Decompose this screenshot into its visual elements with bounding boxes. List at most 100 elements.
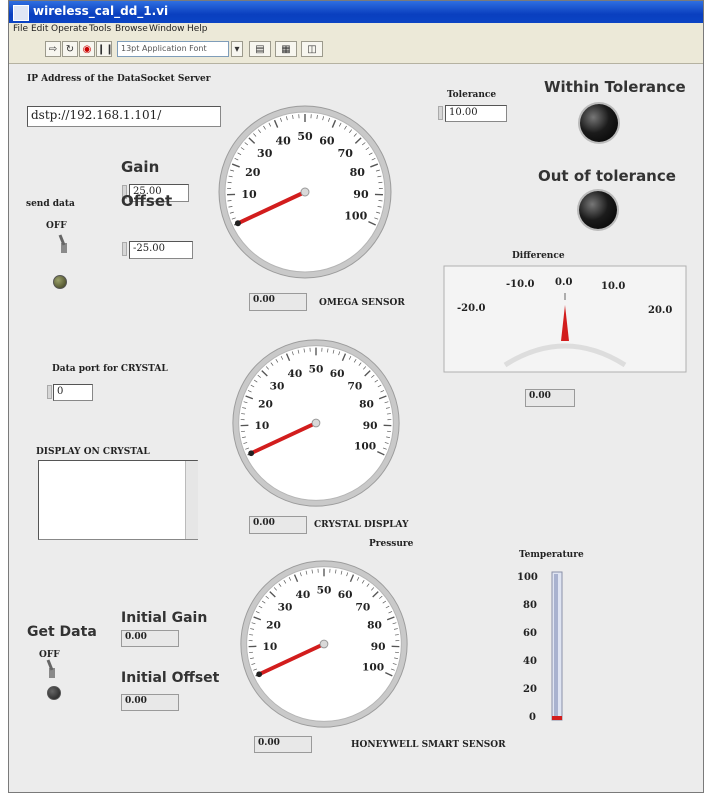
offset-input[interactable]: -25.00 [129, 241, 193, 259]
dial-label: 80 [367, 618, 382, 631]
dial-tick [378, 182, 382, 183]
menu-help[interactable]: Help [187, 24, 208, 34]
dial-label: 70 [338, 147, 354, 160]
menu-tools[interactable]: Tools [89, 24, 111, 34]
pressure-label: Pressure [369, 539, 413, 549]
offset-spinner[interactable] [122, 242, 127, 256]
dial-label: 10 [263, 640, 278, 653]
within-tolerance-label: Within Tolerance [544, 78, 686, 96]
data-port-input[interactable]: 0 [53, 384, 93, 401]
dial-label: 40 [287, 367, 302, 380]
get-data-label: Get Data [27, 624, 97, 640]
difference-tick-m20: -20.0 [457, 303, 486, 314]
send-data-label: send data [26, 199, 75, 209]
dial-label: 100 [354, 440, 376, 453]
server-label: IP Address of the DataSocket Server [27, 74, 211, 84]
title-bar: wireless_cal_dd_1.vi [9, 1, 703, 23]
difference-value: 0.00 [525, 389, 575, 407]
dial-label: 30 [278, 600, 293, 613]
send-data-toggle-switch[interactable] [57, 233, 71, 255]
toolbar: ⇨ ↻ ◉ ❙❙ 13pt Application Font ▾ ▤ ▦ ◫ [9, 37, 703, 64]
dial-label: 100 [344, 210, 367, 223]
menu-file[interactable]: File [13, 24, 28, 34]
difference-label: Difference [512, 251, 565, 261]
dial-label: 70 [356, 600, 371, 613]
window-title: wireless_cal_dd_1.vi [33, 4, 168, 18]
dial-label: 90 [363, 419, 378, 432]
pause-icon[interactable]: ❙❙ [96, 41, 112, 57]
pressure-gauge: 102030405060708090100 [237, 557, 411, 731]
abort-icon[interactable]: ◉ [79, 41, 95, 57]
data-port-label: Data port for CRYSTAL [52, 364, 168, 374]
send-data-state: OFF [46, 221, 67, 231]
dial-label: 90 [371, 640, 386, 653]
menu-browse[interactable]: Browse [115, 24, 148, 34]
omega-sensor-label: OMEGA SENSOR [319, 298, 405, 308]
font-dropdown-icon[interactable]: ▾ [231, 41, 243, 57]
dial-tick [228, 182, 232, 183]
align-objects-icon[interactable]: ▤ [249, 41, 271, 57]
labview-app-icon [13, 5, 29, 21]
menu-operate[interactable]: Operate [51, 24, 88, 34]
dial-label: 20 [245, 166, 261, 179]
menu-bar: File Edit Operate Tools Browse Window He… [9, 23, 703, 37]
dial-label: 80 [350, 166, 366, 179]
offset-label: Offset [121, 192, 172, 210]
out-of-tolerance-led [579, 191, 617, 229]
dial-label: 60 [319, 134, 335, 147]
initial-offset-value: 0.00 [121, 694, 179, 711]
temperature-label: Temperature [519, 550, 584, 560]
gain-label: Gain [121, 158, 159, 176]
display-on-crystal-textarea[interactable] [38, 460, 198, 540]
menu-window[interactable]: Window [149, 24, 185, 34]
dial-label: 10 [255, 419, 270, 432]
display-on-crystal-label: DISPLAY ON CRYSTAL [36, 447, 150, 457]
gauge-needle-tip [248, 450, 254, 456]
temp-tick-20: 20 [523, 684, 537, 695]
run-continuously-icon[interactable]: ↻ [62, 41, 78, 57]
temperature-thermometer: 100 80 60 40 20 0 [509, 566, 569, 726]
gauge-needle-tip [235, 220, 241, 226]
reorder-icon[interactable]: ◫ [301, 41, 323, 57]
dial-label: 40 [275, 134, 291, 147]
temp-tick-80: 80 [523, 600, 537, 611]
tolerance-spinner[interactable] [438, 106, 443, 120]
difference-tick-20: 20.0 [648, 305, 672, 316]
honeywell-label: HONEYWELL SMART SENSOR [351, 740, 506, 750]
crystal-display-label: CRYSTAL DISPLAY [314, 520, 409, 530]
menu-edit[interactable]: Edit [31, 24, 48, 34]
textarea-scrollbar[interactable] [185, 461, 198, 539]
data-port-spinner[interactable] [47, 385, 52, 399]
dial-label: 10 [241, 188, 257, 201]
temp-tick-40: 40 [523, 656, 537, 667]
get-data-toggle-switch[interactable] [45, 658, 59, 680]
font-select[interactable]: 13pt Application Font [117, 41, 229, 57]
dial-label: 60 [330, 367, 345, 380]
difference-tick-0: 0.0 [555, 277, 572, 288]
dial-label: 20 [258, 397, 273, 410]
dial-label: 50 [297, 130, 313, 143]
tolerance-input[interactable]: 10.00 [445, 105, 507, 122]
tolerance-label: Tolerance [447, 90, 496, 100]
initial-gain-label: Initial Gain [121, 610, 207, 626]
temp-tick-100: 100 [517, 572, 538, 583]
distribute-objects-icon[interactable]: ▦ [275, 41, 297, 57]
omega-sensor-gauge: 10 20 3040 50 6070 80 90 100 [215, 102, 395, 282]
gauge-needle-tip [256, 671, 262, 677]
front-panel: IP Address of the DataSocket Server dstp… [9, 64, 703, 792]
get-data-led [47, 686, 61, 700]
run-arrow-icon[interactable]: ⇨ [45, 41, 61, 57]
temp-tick-0: 0 [529, 712, 536, 723]
out-of-tolerance-label: Out of tolerance [538, 167, 676, 185]
dial-label: 90 [353, 188, 369, 201]
dial-label: 50 [309, 363, 324, 376]
initial-gain-value: 0.00 [121, 630, 179, 647]
labview-window: wireless_cal_dd_1.vi File Edit Operate T… [8, 0, 704, 793]
server-address-input[interactable]: dstp://192.168.1.101/ [27, 106, 221, 127]
dial-label: 80 [359, 397, 374, 410]
difference-tick-10: 10.0 [601, 281, 625, 292]
crystal-display-gauge: 102030405060708090100 [229, 336, 403, 510]
dial-label: 100 [362, 661, 384, 674]
dial-label: 30 [257, 147, 273, 160]
dial-label: 40 [295, 588, 310, 601]
